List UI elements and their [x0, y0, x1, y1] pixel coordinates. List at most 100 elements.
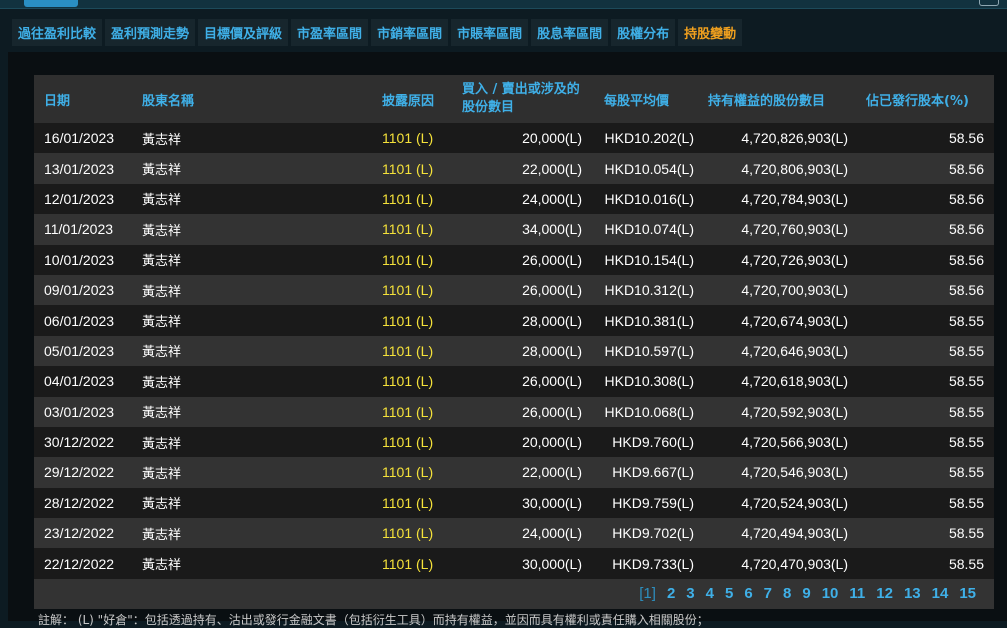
cell-held-shares: 4,720,592,903(L) — [741, 403, 848, 420]
cell-percentage: 58.55 — [948, 555, 984, 572]
cell-qty: 26,000(L) — [522, 282, 582, 299]
page-link[interactable]: 4 — [706, 585, 714, 602]
header-reason: 披露原因 — [382, 93, 435, 109]
cell-avg-price: HKD10.154(L) — [604, 251, 695, 268]
table-row: 16/01/2023 黃志祥 1101 (L) 20,000(L) HKD10.202(… — [34, 123, 994, 154]
cell-date: 12/01/2023 — [44, 190, 115, 207]
page-link[interactable]: 9 — [802, 585, 810, 602]
top-tab-stub[interactable] — [24, 0, 78, 7]
tab-0[interactable]: 過往盈利比較 — [12, 19, 103, 46]
cell-reason-link[interactable]: 1101 (L) — [372, 282, 452, 298]
cell-date: 06/01/2023 — [44, 312, 115, 329]
cell-qty: 30,000(L) — [522, 494, 582, 511]
corner-button[interactable] — [979, 0, 999, 6]
cell-percentage: 58.55 — [948, 494, 984, 511]
cell-avg-price: HKD10.074(L) — [604, 221, 695, 238]
cell-reason-link[interactable]: 1101 (L) — [372, 161, 452, 177]
cell-qty: 26,000(L) — [522, 403, 582, 420]
cell-avg-price: HKD10.308(L) — [604, 373, 695, 390]
cell-percentage: 58.55 — [948, 342, 984, 359]
top-strip — [0, 0, 1007, 9]
cell-shareholder-name: 黃志祥 — [142, 132, 182, 148]
cell-avg-price: HKD9.733(L) — [612, 555, 694, 572]
page-link[interactable]: 15 — [959, 585, 976, 602]
cell-reason-link[interactable]: 1101 (L) — [372, 313, 452, 329]
page-link[interactable]: 8 — [783, 585, 791, 602]
tab-5[interactable]: 市賬率區間 — [451, 19, 529, 46]
cell-date: 30/12/2022 — [44, 434, 115, 451]
tab-1[interactable]: 盈利預測走勢 — [105, 19, 196, 46]
page-link[interactable]: 11 — [849, 585, 865, 602]
cell-date: 11/01/2023 — [44, 221, 114, 238]
cell-reason-link[interactable]: 1101 (L) — [372, 252, 452, 268]
cell-reason-link[interactable]: 1101 (L) — [372, 434, 452, 450]
cell-shareholder-name: 黃志祥 — [142, 436, 182, 452]
table-row: 12/01/2023 黃志祥 1101 (L) 24,000(L) HKD10.016(… — [34, 183, 994, 215]
cell-avg-price: HKD9.760(L) — [612, 434, 694, 451]
tab-4[interactable]: 市銷率區間 — [371, 19, 449, 46]
footnote: 註解： (L) "好倉"：包括透過持有、沽出或發行金融文書（包括衍生工具）而持有… — [38, 613, 709, 627]
tab-6[interactable]: 股息率區間 — [531, 19, 609, 46]
cell-avg-price: HKD10.068(L) — [604, 403, 695, 420]
page-link[interactable]: 14 — [932, 585, 949, 602]
cell-reason-link[interactable]: 1101 (L) — [372, 343, 452, 359]
page-link[interactable]: 13 — [904, 585, 921, 602]
cell-percentage: 58.55 — [948, 373, 984, 390]
table-header: 日期 股東名稱 披露原因 買入 / 賣出或涉及的股份數目 每股平均價 持有權益的… — [34, 75, 994, 123]
cell-date: 13/01/2023 — [44, 160, 115, 177]
cell-percentage: 58.56 — [948, 190, 984, 207]
cell-held-shares: 4,720,700,903(L) — [741, 282, 848, 299]
cell-held-shares: 4,720,470,903(L) — [741, 555, 848, 572]
cell-percentage: 58.55 — [948, 403, 984, 420]
header-avg-price: 每股平均價 — [604, 93, 670, 109]
page-link[interactable]: 5 — [725, 585, 733, 602]
cell-held-shares: 4,720,646,903(L) — [741, 342, 848, 359]
cell-reason-link[interactable]: 1101 (L) — [372, 191, 452, 207]
cell-held-shares: 4,720,726,903(L) — [741, 251, 848, 268]
cell-reason-link[interactable]: 1101 (L) — [372, 373, 452, 389]
table-body: 16/01/2023 黃志祥 1101 (L) 20,000(L) HKD10.202(… — [34, 123, 994, 579]
cell-date: 28/12/2022 — [44, 494, 115, 511]
page-link[interactable]: 2 — [667, 585, 675, 602]
page-link[interactable]: 6 — [744, 585, 752, 602]
table-row: 23/12/2022 黃志祥 1101 (L) 24,000(L) HKD9.702(L… — [34, 518, 994, 549]
cell-reason-link[interactable]: 1101 (L) — [372, 221, 452, 237]
cell-reason-link[interactable]: 1101 (L) — [372, 130, 452, 146]
cell-reason-link[interactable]: 1101 (L) — [372, 495, 452, 511]
cell-shareholder-name: 黃志祥 — [142, 345, 182, 361]
header-qty: 買入 / 賣出或涉及的股份數目 — [462, 82, 580, 115]
cell-reason-link[interactable]: 1101 (L) — [372, 464, 452, 480]
cell-qty: 28,000(L) — [522, 342, 582, 359]
cell-percentage: 58.56 — [948, 160, 984, 177]
section-tabs: 過往盈利比較 盈利預測走勢 目標價及評級 市盈率區間 市銷率區間 市賬率區間 股息率區間 股權… — [12, 19, 743, 46]
cell-held-shares: 4,720,784,903(L) — [741, 190, 848, 207]
cell-shareholder-name: 黃志祥 — [142, 315, 182, 331]
table-row: 22/12/2022 黃志祥 1101 (L) 30,000(L) HKD9.733(L… — [34, 548, 994, 579]
cell-reason-link[interactable]: 1101 (L) — [372, 404, 452, 420]
cell-date: 04/01/2023 — [44, 373, 115, 390]
tab-8[interactable]: 持股變動 — [678, 19, 743, 46]
table-row: 29/12/2022 黃志祥 1101 (L) 22,000(L) HKD9.667(L… — [34, 457, 994, 488]
cell-date: 10/01/2023 — [44, 251, 115, 268]
cell-held-shares: 4,720,674,903(L) — [741, 312, 848, 329]
tab-2[interactable]: 目標價及評級 — [198, 19, 289, 46]
page-link[interactable]: 3 — [686, 585, 694, 602]
cell-shareholder-name: 黃志祥 — [142, 223, 182, 239]
cell-percentage: 58.56 — [948, 221, 984, 238]
cell-held-shares: 4,720,806,903(L) — [741, 160, 848, 177]
page-link[interactable]: 10 — [822, 585, 839, 602]
page-link[interactable]: [1] — [639, 585, 656, 602]
page-link[interactable]: 7 — [764, 585, 772, 602]
pagination: [1] 2 3 4 5 6 7 8 9 10 11 12 13 14 15 — [34, 578, 994, 609]
tab-3[interactable]: 市盈率區間 — [291, 19, 369, 46]
cell-reason-link[interactable]: 1101 (L) — [372, 525, 452, 541]
tab-7[interactable]: 股權分布 — [611, 19, 676, 46]
cell-avg-price: HKD10.381(L) — [604, 312, 695, 329]
cell-reason-link[interactable]: 1101 (L) — [372, 556, 452, 572]
page-link[interactable]: 12 — [876, 585, 893, 602]
cell-qty: 22,000(L) — [522, 464, 582, 481]
table-row: 10/01/2023 黃志祥 1101 (L) 26,000(L) HKD10.154(… — [34, 244, 994, 275]
cell-percentage: 58.55 — [948, 525, 984, 542]
cell-shareholder-name: 黃志祥 — [142, 163, 182, 179]
cell-shareholder-name: 黃志祥 — [142, 254, 182, 270]
